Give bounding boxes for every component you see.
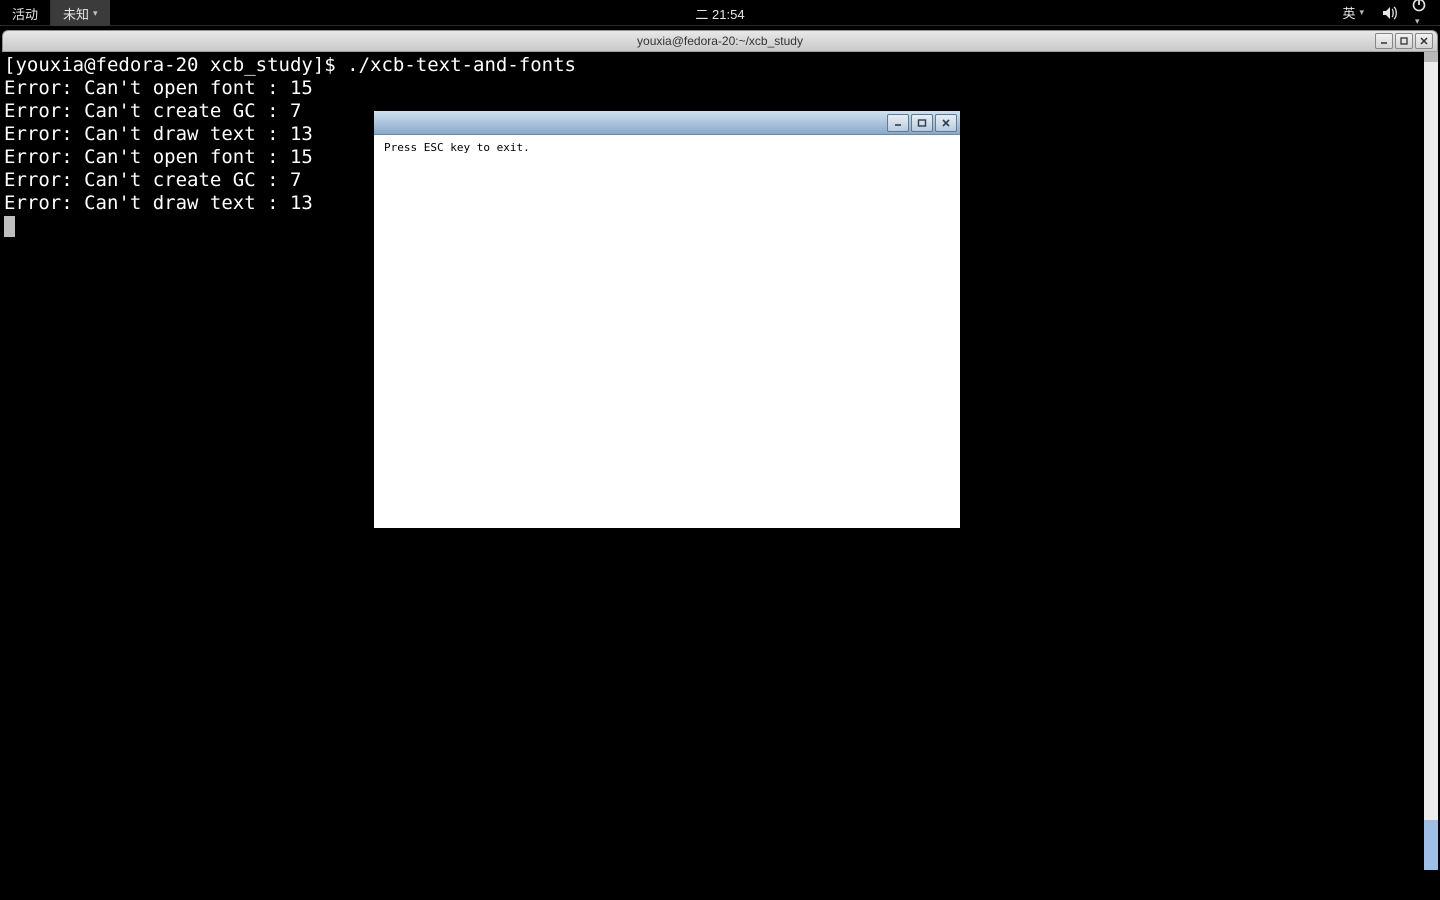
terminal-line: Error: Can't create GC : 7 — [4, 100, 301, 122]
minimize-button[interactable] — [887, 114, 909, 132]
topbar-left: 活动 未知 ▾ — [0, 0, 110, 25]
terminal-command: ./xcb-text-and-fonts — [347, 54, 576, 76]
terminal-line: Error: Can't open font : 15 — [4, 146, 313, 168]
power-icon[interactable]: ▾ — [1412, 0, 1426, 27]
clock-button[interactable]: 二 21:54 — [695, 0, 744, 26]
caret-down-icon: ▾ — [1359, 7, 1364, 18]
terminal-line: Error: Can't open font : 15 — [4, 77, 313, 99]
close-button[interactable] — [935, 114, 957, 132]
scrollbar-thumb[interactable] — [1424, 820, 1438, 870]
maximize-button[interactable] — [1395, 33, 1413, 49]
topbar-right: 英 ▾ ▾ — [1338, 0, 1440, 25]
app-menu-button[interactable]: 未知 ▾ — [51, 0, 110, 26]
terminal-title: youxia@fedora-20:~/xcb_study — [637, 34, 803, 48]
scrollbar-thumb[interactable] — [1424, 52, 1438, 62]
x11-message: Press ESC key to exit. — [384, 141, 530, 154]
terminal-line: Error: Can't draw text : 13 — [4, 192, 313, 214]
ime-button[interactable]: 英 ▾ — [1338, 0, 1368, 26]
caret-down-icon: ▾ — [93, 8, 98, 19]
close-button[interactable] — [1415, 33, 1433, 49]
caret-down-icon: ▾ — [1415, 16, 1420, 26]
x11-content: Press ESC key to exit. — [374, 135, 960, 160]
terminal-cursor — [4, 216, 15, 237]
x11-child-window[interactable]: Press ESC key to exit. — [374, 111, 960, 528]
terminal-line: Error: Can't draw text : 13 — [4, 123, 313, 145]
ime-label: 英 — [1342, 3, 1355, 22]
window-buttons — [1375, 33, 1433, 49]
terminal-prompt: [youxia@fedora-20 xcb_study]$ — [4, 54, 347, 76]
activities-button[interactable]: 活动 — [0, 0, 50, 26]
clock-label: 二 21:54 — [695, 4, 744, 23]
app-menu-label: 未知 — [63, 4, 89, 23]
maximize-button[interactable] — [911, 114, 933, 132]
terminal-line: Error: Can't create GC : 7 — [4, 169, 301, 191]
topbar-center: 二 21:54 — [695, 0, 744, 26]
activities-label: 活动 — [12, 4, 38, 23]
minimize-button[interactable] — [1375, 33, 1393, 49]
terminal-titlebar[interactable]: youxia@fedora-20:~/xcb_study — [2, 30, 1438, 52]
x11-titlebar[interactable] — [374, 111, 960, 135]
terminal-scrollbar[interactable] — [1424, 52, 1438, 870]
gnome-top-bar: 活动 未知 ▾ 二 21:54 英 ▾ ▾ — [0, 0, 1440, 26]
volume-icon[interactable] — [1382, 6, 1398, 20]
